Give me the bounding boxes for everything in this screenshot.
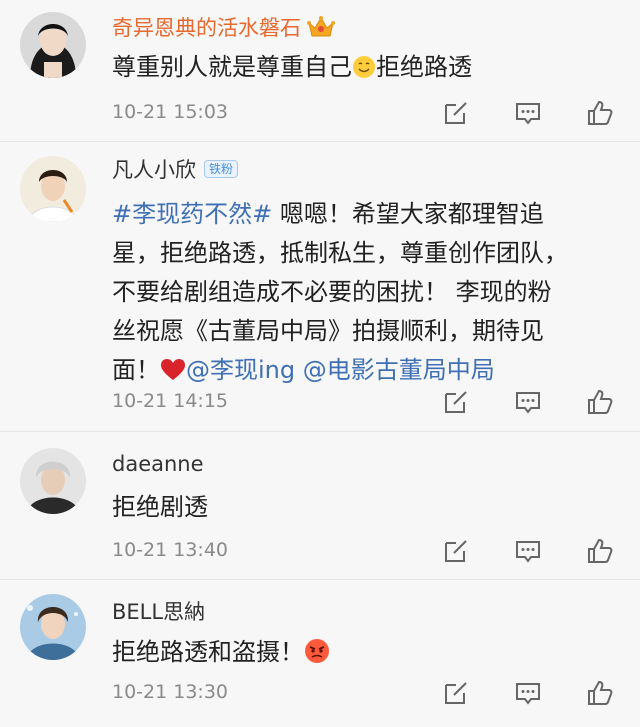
edit-icon: [445, 102, 467, 124]
comment-text-part: 拒绝路透: [376, 53, 472, 81]
avatar[interactable]: [20, 12, 86, 78]
smile-emoji: [353, 56, 375, 78]
comment-icon: [516, 541, 540, 563]
comment-text-part: 嗯嗯！希望大家都理智追: [272, 200, 544, 228]
crown-icon: [307, 16, 335, 37]
thumbs-up-icon: [588, 538, 613, 563]
reply-button[interactable]: [514, 679, 542, 707]
comment-icon: [516, 103, 540, 125]
comment-item: 凡人小欣 铁粉 #李现药不然# 嗯嗯！希望大家都理智追 星，拒绝路透，抵制私生，…: [0, 142, 640, 432]
comment-icon: [516, 392, 540, 414]
thumbs-up-icon: [588, 100, 613, 125]
repost-button[interactable]: [442, 537, 470, 565]
timestamp: 10-21 14:15: [112, 390, 229, 412]
comment-text-part: 丝祝愿《古董局中局》拍摄顺利，期待见: [112, 317, 544, 345]
hashtag-link[interactable]: #李现药不然#: [112, 200, 272, 228]
comment-item: daeanne 拒绝剧透 10-21 13:40: [0, 432, 640, 580]
avatar[interactable]: [20, 156, 86, 222]
comment-header: BELL思納: [112, 596, 205, 626]
thumbs-up-icon: [588, 680, 613, 705]
like-button[interactable]: [586, 679, 614, 707]
red-heart-emoji: [161, 359, 185, 380]
action-bar: [442, 537, 614, 565]
username[interactable]: 奇异恩典的活水磐石: [112, 12, 301, 42]
timestamp: 10-21 13:40: [112, 539, 229, 561]
like-button[interactable]: [586, 388, 614, 416]
comment-text: 拒绝剧透: [112, 493, 208, 521]
avatar[interactable]: [20, 448, 86, 514]
reply-button[interactable]: [514, 99, 542, 127]
comment-text-part: 面！: [112, 356, 160, 384]
comment-text: #李现药不然# 嗯嗯！希望大家都理智追 星，拒绝路透，抵制私生，尊重创作团队， …: [112, 195, 610, 390]
action-bar: [442, 99, 614, 127]
username[interactable]: 凡人小欣: [112, 154, 196, 184]
repost-button[interactable]: [442, 388, 470, 416]
like-button[interactable]: [586, 537, 614, 565]
comment-text-part: 尊重别人就是尊重自己: [112, 53, 352, 81]
mention-link[interactable]: @电影古董局中局: [303, 356, 495, 384]
comment-text: 尊重别人就是尊重自己 拒绝路透: [112, 48, 610, 87]
edit-icon: [445, 391, 467, 413]
timestamp: 10-21 15:03: [112, 101, 229, 123]
comment-header: 凡人小欣 铁粉: [112, 154, 239, 184]
action-bar: [442, 679, 614, 707]
fan-badge: 铁粉: [204, 160, 239, 178]
comment-header: 奇异恩典的活水磐石: [112, 12, 335, 42]
comment-text: 拒绝路透和盗摄！: [112, 633, 610, 672]
comment-header: daeanne: [112, 452, 204, 476]
reply-button[interactable]: [514, 537, 542, 565]
like-button[interactable]: [586, 99, 614, 127]
comment-text-part: 拒绝路透和盗摄！: [112, 638, 304, 666]
username[interactable]: BELL思納: [112, 596, 205, 626]
repost-button[interactable]: [442, 99, 470, 127]
thumbs-up-icon: [588, 389, 613, 414]
username[interactable]: daeanne: [112, 452, 204, 476]
comment-text-part: 星，拒绝路透，抵制私生，尊重创作团队，: [112, 239, 568, 267]
edit-icon: [445, 540, 467, 562]
edit-icon: [445, 682, 467, 704]
avatar[interactable]: [20, 594, 86, 660]
comment-item: BELL思納 拒绝路透和盗摄！ 10-21 13:30: [0, 580, 640, 727]
comment-icon: [516, 683, 540, 705]
repost-button[interactable]: [442, 679, 470, 707]
comment-text-part: 不要给剧组造成不必要的困扰！ 李现的粉: [112, 278, 552, 306]
angry-face-emoji: [305, 639, 329, 663]
reply-button[interactable]: [514, 388, 542, 416]
mention-link[interactable]: @李现ing: [186, 356, 295, 384]
comment-item: 奇异恩典的活水磐石 尊重别人就是尊重自己 拒绝路透 10-21 15:03: [0, 0, 640, 142]
timestamp: 10-21 13:30: [112, 681, 229, 703]
action-bar: [442, 388, 614, 416]
